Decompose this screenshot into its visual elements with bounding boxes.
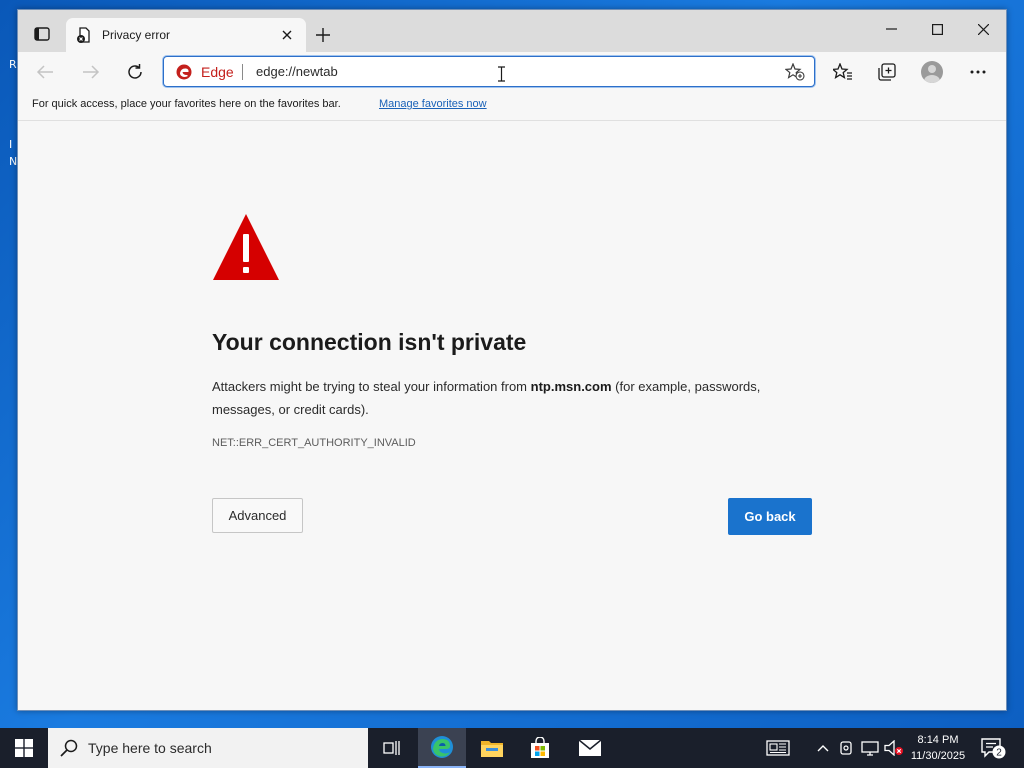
advanced-button[interactable]: Advanced: [212, 498, 303, 533]
tab-actions-button[interactable]: [28, 23, 56, 45]
add-favorite-icon: [785, 63, 805, 81]
file-explorer-icon: [481, 741, 503, 757]
notification-icon[interactable]: 2: [980, 736, 1006, 760]
taskbar-mail[interactable]: [566, 728, 614, 768]
close-window-button[interactable]: [960, 14, 1006, 44]
notification-count: 2: [996, 748, 1002, 759]
network-icon: [861, 741, 879, 756]
desktop-icon-label: N: [9, 155, 18, 168]
tab-favicon-icon: [77, 27, 90, 43]
add-favorite-button[interactable]: [784, 62, 806, 82]
start-button[interactable]: [0, 728, 48, 768]
search-icon: [60, 739, 78, 757]
chevron-up-icon: [817, 745, 829, 752]
windows-logo-icon: [15, 739, 33, 757]
error-description-text: Attackers might be trying to steal your …: [212, 379, 531, 394]
warning-icon: [213, 214, 279, 280]
error-description: Attackers might be trying to steal your …: [212, 375, 822, 421]
favorites-icon: [833, 63, 852, 80]
taskbar-file-explorer[interactable]: [468, 728, 516, 768]
text-cursor-icon: [498, 66, 505, 82]
show-hidden-icons-button[interactable]: [812, 728, 834, 768]
maximize-button[interactable]: [914, 14, 960, 44]
more-icon: [970, 70, 986, 74]
desktop-icon-label: I: [9, 138, 13, 151]
mail-icon: [578, 739, 602, 756]
address-bar[interactable]: Edge edge://newtab: [163, 56, 815, 87]
tab-privacy-error[interactable]: Privacy error: [66, 18, 306, 52]
refresh-button[interactable]: [120, 58, 150, 86]
network-button[interactable]: [858, 728, 882, 768]
manage-favorites-link[interactable]: Manage favorites now: [379, 98, 487, 110]
news-icon: [766, 740, 790, 756]
edge-icon: [431, 736, 453, 758]
new-tab-button[interactable]: [312, 24, 334, 46]
site-identity[interactable]: Edge: [201, 64, 234, 80]
profile-icon: [921, 61, 943, 83]
edge-logo-icon: [176, 64, 192, 80]
tab-actions-icon: [34, 27, 50, 41]
taskbar-edge[interactable]: [418, 728, 466, 768]
go-back-button[interactable]: Go back: [728, 498, 812, 535]
error-code: NET::ERR_CERT_AUTHORITY_INVALID: [212, 437, 416, 449]
favorites-bar: For quick access, place your favorites h…: [18, 90, 1006, 121]
device-icon: [840, 741, 852, 755]
taskbar: Type here to search 8:14 PM 11/30/2025 2: [0, 728, 1024, 768]
error-title: Your connection isn't private: [212, 329, 527, 355]
page-content: Your connection isn't private Attackers …: [18, 122, 1006, 710]
close-icon: [282, 30, 292, 40]
search-placeholder: Type here to search: [88, 740, 212, 756]
close-icon: [977, 23, 989, 35]
minimize-icon: [885, 28, 897, 30]
clock-time: 8:14 PM: [917, 734, 959, 746]
back-button[interactable]: [30, 58, 60, 86]
store-icon: [531, 737, 549, 758]
favorites-button[interactable]: [828, 58, 858, 86]
minimize-button[interactable]: [868, 14, 914, 44]
tab-close-button[interactable]: [278, 26, 296, 44]
collections-icon: [878, 63, 896, 81]
profile-button[interactable]: [917, 58, 947, 86]
favorites-bar-message: For quick access, place your favorites h…: [32, 98, 341, 110]
task-view-icon: [383, 741, 400, 755]
title-bar: Privacy error: [18, 10, 1006, 52]
tab-title: Privacy error: [102, 28, 171, 42]
toolbar: Edge edge://newtab: [18, 52, 1006, 90]
plus-icon: [316, 28, 330, 42]
taskbar-clock[interactable]: 8:14 PM 11/30/2025: [905, 732, 971, 764]
address-divider: [242, 64, 243, 80]
tray-device-button[interactable]: [836, 728, 856, 768]
desktop-icon-label: R: [9, 58, 17, 71]
taskbar-store[interactable]: [516, 728, 564, 768]
settings-more-button[interactable]: [963, 58, 993, 86]
volume-muted-icon: [884, 740, 903, 756]
taskbar-search-box[interactable]: Type here to search: [48, 728, 368, 768]
clock-date: 11/30/2025: [910, 750, 966, 762]
collections-button[interactable]: [872, 58, 902, 86]
volume-button[interactable]: [883, 728, 905, 768]
news-widget-button[interactable]: [760, 728, 796, 768]
task-view-button[interactable]: [368, 728, 416, 768]
refresh-icon: [128, 64, 142, 79]
forward-icon: [83, 65, 100, 79]
maximize-icon: [931, 23, 943, 35]
url-text[interactable]: edge://newtab: [256, 64, 338, 79]
forward-button[interactable]: [76, 58, 106, 86]
error-host: ntp.msn.com: [530, 379, 612, 394]
browser-window: Privacy error Edge edge://newtab For qui…: [17, 9, 1007, 711]
back-icon: [36, 65, 53, 79]
